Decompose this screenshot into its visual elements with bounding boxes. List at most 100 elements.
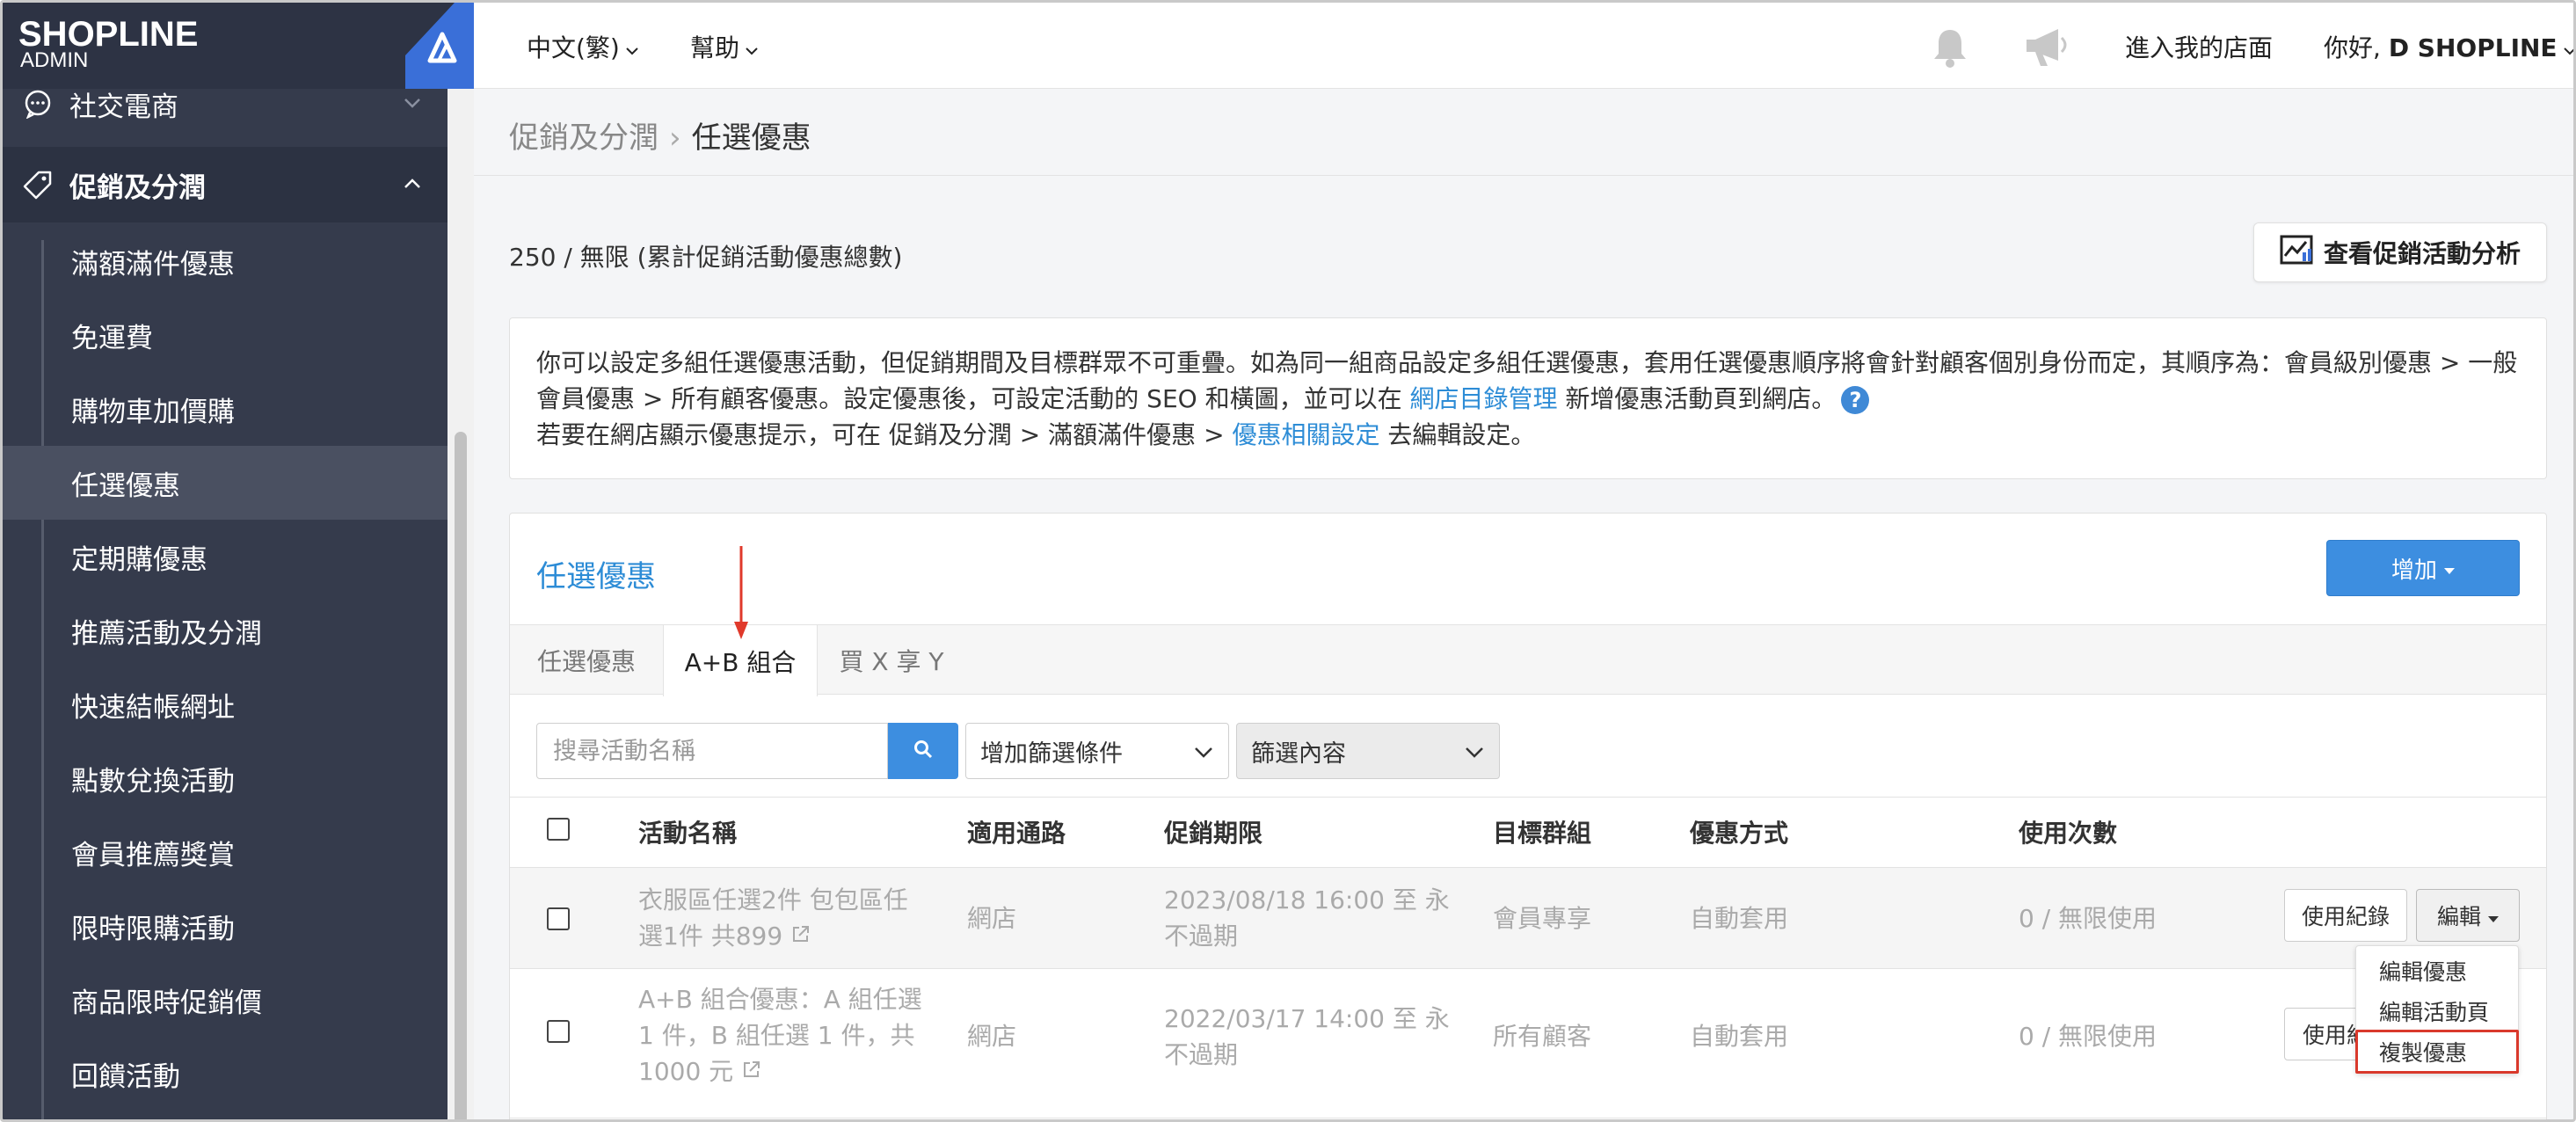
tag-icon — [20, 170, 55, 200]
filter-content-value: 篩選內容 — [1251, 740, 1346, 768]
sidebar-item-member-referral[interactable]: 會員推薦獎賞 — [3, 815, 448, 889]
megaphone-icon[interactable] — [2023, 24, 2072, 73]
external-link-icon[interactable] — [741, 1057, 762, 1086]
sidebar-item-label: 會員推薦獎賞 — [71, 839, 235, 871]
filter-content-select[interactable]: 篩選內容 — [1236, 723, 1500, 779]
sidebar-item-free-shipping[interactable]: 免運費 — [3, 298, 448, 372]
search-icon — [913, 739, 934, 763]
add-button-label: 增加 — [2390, 557, 2437, 584]
period-line: 2022/03/17 14:00 至 永 — [1164, 1004, 1450, 1033]
breadcrumb-parent[interactable]: 促銷及分潤 — [509, 120, 659, 156]
filter-condition-value: 增加篩選條件 — [980, 740, 1123, 768]
divider — [510, 797, 2546, 798]
bell-icon[interactable] — [1928, 26, 1972, 73]
promotion-name[interactable]: 衣服區任選2件 包包區任 選1件 共899 — [638, 882, 908, 954]
table-row: A+B 組合優惠：A 組任選 1 件，B 組任選 1 件，共 1000 元 網店… — [510, 969, 2546, 1118]
usage-record-button[interactable]: 使用紀錄 — [2284, 889, 2407, 942]
column-header: 優惠方式 — [1690, 819, 1789, 848]
sidebar-item-affiliate[interactable]: 推薦活動及分潤 — [3, 594, 448, 667]
sidebar-scrollbar-thumb[interactable] — [455, 432, 467, 1119]
sidebar-item-flash-limit[interactable]: 限時限購活動 — [3, 889, 448, 963]
sidebar-item-threshold-discount[interactable]: 滿額滿件優惠 — [3, 224, 448, 298]
sidebar-group-promotions[interactable]: 促銷及分潤 — [3, 147, 448, 222]
caret-down-icon — [2488, 903, 2499, 929]
column-header: 使用次數 — [2019, 819, 2118, 848]
add-button[interactable]: 增加 — [2326, 540, 2520, 596]
caret-down-icon — [2444, 555, 2455, 581]
sidebar-item-label: 快速結帳網址 — [71, 691, 235, 724]
target-group: 會員專享 — [1493, 904, 1592, 933]
info-notice: 你可以設定多組任選優惠活動，但促銷期間及目標群眾不可重疊。如為同一組商品設定多組… — [509, 317, 2547, 479]
promotion-name[interactable]: A+B 組合優惠：A 組任選 1 件，B 組任選 1 件，共 1000 元 — [638, 981, 922, 1089]
sidebar-item-label: 定期購優惠 — [71, 543, 207, 576]
promotion-name-line: 選1件 共899 — [638, 922, 783, 951]
sidebar-item-quick-checkout[interactable]: 快速結帳網址 — [3, 667, 448, 741]
promotion-name-line: 1000 元 — [638, 1057, 734, 1086]
language-selector[interactable]: 中文(繁) — [527, 29, 639, 64]
row-checkbox[interactable] — [547, 907, 570, 930]
notice-text: 去編輯設定。 — [1379, 420, 1536, 449]
sidebar-item-cart-addon[interactable]: 購物車加價購 — [3, 372, 448, 446]
sidebar-item-rewards[interactable]: 回饋活動 — [3, 1037, 448, 1111]
sidebar-group-label: 促銷及分潤 — [69, 171, 206, 204]
usage-count: 0 / 無限使用 — [2019, 904, 2158, 933]
sidebar-item-subscription-discount[interactable]: 定期購優惠 — [3, 520, 448, 594]
chevron-down-icon — [1193, 741, 1214, 769]
sidebar-group-social-commerce[interactable]: 社交電商 — [3, 66, 448, 142]
chat-bubble-icon — [20, 89, 55, 119]
panel-title: 任選優惠 — [536, 559, 656, 594]
search-button[interactable] — [888, 723, 958, 779]
view-analysis-button[interactable]: 查看促銷活動分析 — [2253, 222, 2547, 282]
discount-settings-link[interactable]: 優惠相關設定 — [1232, 420, 1379, 449]
sidebar-item-label: 滿額滿件優惠 — [71, 248, 235, 280]
channel: 網店 — [967, 1022, 1017, 1051]
external-link-icon[interactable] — [790, 922, 811, 951]
user-menu[interactable]: 你好, D SHOPLINE — [2324, 29, 2573, 64]
sidebar-item-bundle-deal[interactable]: 任選優惠 — [3, 446, 448, 520]
help-icon[interactable]: ? — [1841, 386, 1870, 414]
tab-bar: 任選優惠 A+B 組合 買 X 享 Y — [510, 624, 2546, 696]
notice-text: 若要在網店顯示優惠提示，可在 促銷及分潤 > 滿額滿件優惠 > — [536, 420, 1233, 449]
chevron-down-icon — [402, 89, 423, 120]
channel: 網店 — [967, 904, 1017, 933]
promotion-period: 2022/03/17 14:00 至 永 不過期 — [1164, 1001, 1450, 1073]
filter-condition-select[interactable]: 增加篩選條件 — [965, 723, 1229, 779]
annotation-arrow-icon — [732, 546, 750, 645]
sidebar-item-label: 商品限時促銷價 — [71, 987, 262, 1019]
sidebar-item-label: 任選優惠 — [71, 470, 180, 502]
app-window: SHOPLINE ADMIN 社交電商 促銷及分潤 滿額滿件優惠 免運費 購物車… — [0, 0, 2576, 1122]
breadcrumb-separator-icon: › — [669, 120, 681, 156]
sidebar-item-limited-price[interactable]: 商品限時促銷價 — [3, 963, 448, 1037]
breadcrumb-current: 任選優惠 — [691, 120, 811, 156]
menu-item-edit-page[interactable]: 編輯活動頁 — [2379, 995, 2489, 1027]
table-row: 衣服區任選2件 包包區任 選1件 共899 網店 2023/08/18 16:0… — [510, 867, 2546, 969]
menu-item-edit-promotion[interactable]: 編輯優惠 — [2379, 955, 2467, 987]
promotion-period: 2023/08/18 16:00 至 永 不過期 — [1164, 882, 1450, 954]
chart-icon — [2280, 235, 2324, 271]
sidebar-item-points-redemption[interactable]: 點數兌換活動 — [3, 741, 448, 815]
usage-count: 0 / 無限使用 — [2019, 1022, 2158, 1051]
language-label: 中文(繁) — [527, 33, 620, 62]
target-group: 所有顧客 — [1493, 1022, 1592, 1051]
chevron-down-icon — [625, 33, 639, 62]
sidebar-item-label: 限時限購活動 — [71, 913, 235, 945]
row-checkbox[interactable] — [547, 1020, 570, 1043]
edit-button[interactable]: 編輯 — [2416, 889, 2520, 942]
edit-button-label: 編輯 — [2436, 904, 2481, 929]
promotion-name-line: 1 件，B 組任選 1 件，共 — [638, 1021, 915, 1050]
chevron-down-icon — [1464, 741, 1485, 769]
help-menu[interactable]: 幫助 — [690, 29, 759, 64]
sidebar-item-label: 回饋活動 — [71, 1060, 180, 1093]
search-input[interactable] — [536, 723, 888, 779]
promotion-name-line: 衣服區任選2件 包包區任 — [638, 885, 908, 914]
greeting-prefix: 你好, — [2324, 33, 2389, 62]
catalog-management-link[interactable]: 網店目錄管理 — [1409, 384, 1557, 413]
select-all-checkbox[interactable] — [547, 818, 570, 841]
tab-bundle-deal[interactable]: 任選優惠 — [510, 625, 663, 696]
tab-buy-x-get-y[interactable]: 買 X 享 Y — [818, 625, 965, 696]
enter-store-link[interactable]: 進入我的店面 — [2125, 29, 2273, 64]
period-line: 不過期 — [1164, 1040, 1239, 1069]
sidebar: SHOPLINE ADMIN 社交電商 促銷及分潤 滿額滿件優惠 免運費 購物車… — [3, 3, 448, 1119]
sidebar-item-label: 購物車加價購 — [71, 396, 235, 428]
notice-text: 新增優惠活動頁到網店。 — [1557, 384, 1837, 413]
